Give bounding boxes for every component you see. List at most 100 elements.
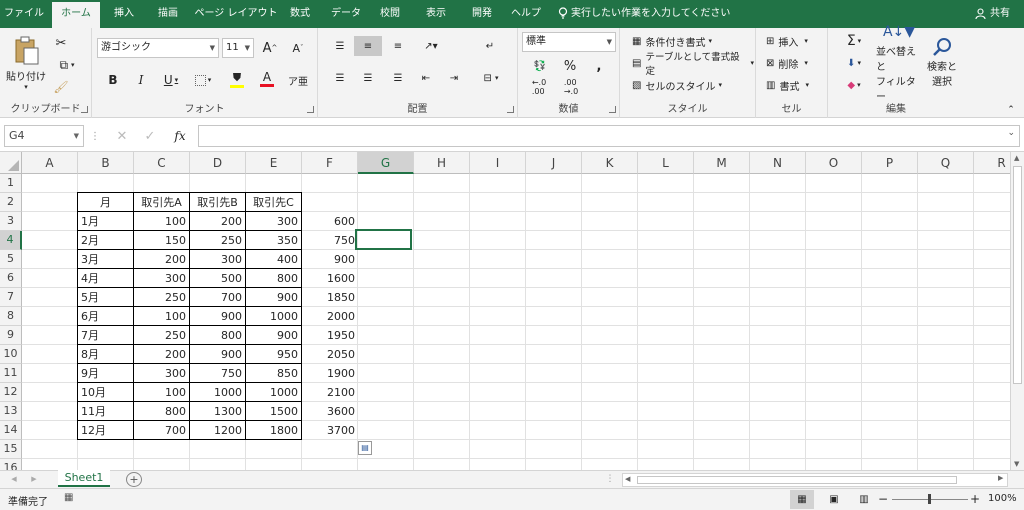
table-cell[interactable]: 400 <box>245 249 302 269</box>
format-as-table-button[interactable]: ▤ テーブルとして書式設定 ▾ <box>632 52 754 77</box>
row-header-14[interactable]: 14 <box>0 421 22 440</box>
row-header-16[interactable]: 16 <box>0 459 22 470</box>
total-cell[interactable]: 1850 <box>302 288 358 307</box>
column-header-k[interactable]: K <box>582 152 638 174</box>
align-right-button[interactable]: ☰ <box>386 68 410 88</box>
row-header-2[interactable]: 2 <box>0 193 22 212</box>
column-header-n[interactable]: N <box>750 152 806 174</box>
normal-view-button[interactable]: ▦ <box>790 490 814 509</box>
table-cell[interactable]: 800 <box>189 325 246 345</box>
column-header-i[interactable]: I <box>470 152 526 174</box>
tab-developer[interactable]: 開発 <box>464 0 500 28</box>
tab-split-handle[interactable]: ⋮ <box>606 473 615 485</box>
table-cell[interactable]: 9月 <box>77 363 134 383</box>
total-cell[interactable]: 1600 <box>302 269 358 288</box>
percent-button[interactable]: % <box>560 56 580 76</box>
total-cell[interactable]: 2050 <box>302 345 358 364</box>
table-cell[interactable]: 900 <box>189 306 246 326</box>
table-cell[interactable]: 250 <box>133 325 190 345</box>
align-top-button[interactable]: ☰ <box>328 36 352 56</box>
row-header-12[interactable]: 12 <box>0 383 22 402</box>
italic-button[interactable]: I <box>132 70 150 90</box>
font-color-button[interactable]: A <box>254 68 280 90</box>
align-left-button[interactable]: ☰ <box>328 68 352 88</box>
table-cell[interactable]: 1000 <box>245 382 302 402</box>
table-cell[interactable]: 700 <box>133 420 190 440</box>
copy-button[interactable]: ⧉ ▾ <box>52 56 82 74</box>
accounting-format-button[interactable]: 💱 <box>526 56 554 76</box>
table-cell[interactable]: 250 <box>189 230 246 250</box>
row-header-3[interactable]: 3 <box>0 212 22 231</box>
row-header-10[interactable]: 10 <box>0 345 22 364</box>
table-cell[interactable]: 100 <box>133 211 190 231</box>
table-cell[interactable]: 2月 <box>77 230 134 250</box>
find-select-button[interactable]: 検索と 選択 <box>924 32 960 92</box>
row-header-9[interactable]: 9 <box>0 326 22 345</box>
orientation-button[interactable]: ↗▾ <box>416 36 446 56</box>
tab-view[interactable]: 表示 <box>418 0 454 28</box>
table-cell[interactable]: 200 <box>133 249 190 269</box>
column-header-c[interactable]: C <box>134 152 190 174</box>
total-cell[interactable]: 3600 <box>302 402 358 421</box>
total-cell[interactable]: 3700 <box>302 421 358 440</box>
row-header-15[interactable]: 15 <box>0 440 22 459</box>
column-header-j[interactable]: J <box>526 152 582 174</box>
table-cell[interactable]: 100 <box>133 306 190 326</box>
sort-filter-button[interactable]: A↓▼ 並べ替えと フィルター <box>876 24 922 103</box>
table-header-cell[interactable]: 取引先C <box>245 192 302 212</box>
table-cell[interactable]: 300 <box>133 268 190 288</box>
column-header-b[interactable]: B <box>78 152 134 174</box>
insert-cells-button[interactable]: ⊞ 挿入 ▾ <box>766 32 822 50</box>
horizontal-scrollbar[interactable]: ◀ <box>622 473 1008 487</box>
column-header-p[interactable]: P <box>862 152 918 174</box>
worksheet-grid[interactable]: ABCDEFGHIJKLMNOPQR 1 2 3 4 5 6 7 8 9 10 11 12 13 14 15… <box>0 152 1010 470</box>
table-cell[interactable]: 1000 <box>189 382 246 402</box>
zoom-in-button[interactable]: + <box>970 491 980 507</box>
row-header-13[interactable]: 13 <box>0 402 22 421</box>
cell-styles-button[interactable]: ▧ セルのスタイル ▾ <box>632 76 752 94</box>
quick-analysis-button[interactable]: ▤ <box>358 441 372 455</box>
table-cell[interactable]: 950 <box>245 344 302 364</box>
page-break-view-button[interactable]: ▥ <box>852 490 876 509</box>
zoom-slider-thumb[interactable] <box>928 494 931 504</box>
column-header-f[interactable]: F <box>302 152 358 174</box>
table-cell[interactable]: 5月 <box>77 287 134 307</box>
align-bottom-button[interactable]: ≡ <box>386 36 410 56</box>
table-cell[interactable]: 200 <box>133 344 190 364</box>
decrease-indent-button[interactable]: ⇤ <box>414 68 438 88</box>
table-cell[interactable]: 850 <box>245 363 302 383</box>
tab-home[interactable]: ホーム <box>52 2 100 28</box>
total-cell[interactable]: 2100 <box>302 383 358 402</box>
table-cell[interactable]: 350 <box>245 230 302 250</box>
underline-button[interactable]: U ▾ <box>158 70 184 90</box>
dialog-launcher-icon[interactable] <box>81 106 88 113</box>
tab-draw[interactable]: 描画 <box>148 0 188 28</box>
tell-me-box[interactable]: 実行したい作業を入力してください <box>558 0 730 28</box>
column-header-e[interactable]: E <box>246 152 302 174</box>
align-center-button[interactable]: ☰ <box>356 68 380 88</box>
sheet-tab-sheet1[interactable]: Sheet1 <box>58 470 110 487</box>
table-cell[interactable]: 750 <box>189 363 246 383</box>
table-cell[interactable]: 1000 <box>245 306 302 326</box>
row-header-8[interactable]: 8 <box>0 307 22 326</box>
column-header-m[interactable]: M <box>694 152 750 174</box>
table-cell[interactable]: 7月 <box>77 325 134 345</box>
name-box[interactable]: G4 ▼ <box>4 125 84 147</box>
table-cell[interactable]: 10月 <box>77 382 134 402</box>
zoom-out-button[interactable]: − <box>878 491 888 507</box>
table-header-cell[interactable]: 月 <box>77 192 134 212</box>
cut-button[interactable]: ✂ <box>52 34 70 52</box>
vertical-scrollbar[interactable]: ▲ ▼ <box>1010 152 1024 470</box>
format-cells-button[interactable]: ▥ 書式 ▾ <box>766 76 822 94</box>
align-middle-button[interactable]: ≡ <box>354 36 382 56</box>
comma-button[interactable]: , <box>590 56 608 76</box>
table-cell[interactable]: 900 <box>245 325 302 345</box>
table-header-cell[interactable]: 取引先B <box>189 192 246 212</box>
wrap-text-button[interactable]: ↵ <box>478 36 502 56</box>
font-size-select[interactable]: 11 ▼ <box>222 38 254 58</box>
conditional-format-button[interactable]: ▦ 条件付き書式 ▾ <box>632 32 752 50</box>
row-header-5[interactable]: 5 <box>0 250 22 269</box>
font-name-select[interactable]: 游ゴシック ▼ <box>97 38 219 58</box>
table-cell[interactable]: 200 <box>189 211 246 231</box>
table-cell[interactable]: 800 <box>133 401 190 421</box>
